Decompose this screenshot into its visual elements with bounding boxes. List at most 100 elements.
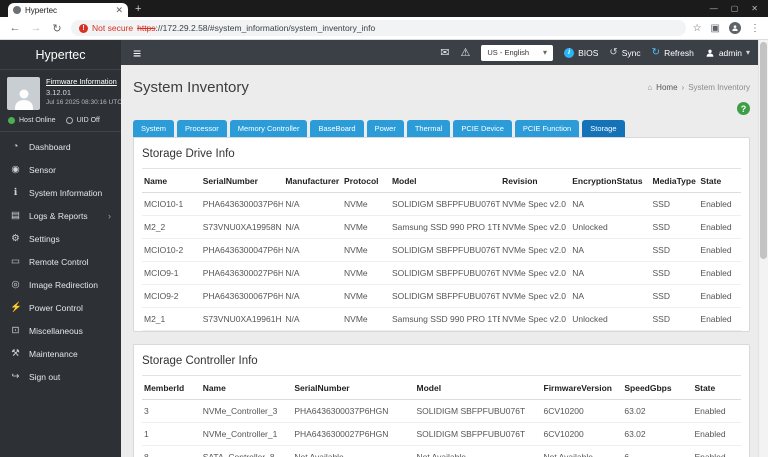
card-title: Storage Drive Info bbox=[142, 146, 741, 169]
table-header-row: Name SerialNumber Manufacturer Protocol … bbox=[142, 169, 741, 193]
sidebar-item-dashboard[interactable]: ◔ Dashboard bbox=[0, 135, 121, 158]
cell: SSD bbox=[650, 284, 699, 308]
cell: 63.02 bbox=[622, 422, 693, 446]
scrollbar-thumb[interactable] bbox=[760, 42, 767, 259]
storage-controller-info-card: Storage Controller Info MemberId Name Se… bbox=[133, 344, 750, 457]
sidebar-item-maintenance[interactable]: ⚒ Maintenance bbox=[0, 342, 121, 365]
cell: Enabled bbox=[698, 215, 741, 239]
cell: S73VNU0XA19961H bbox=[200, 307, 284, 331]
sidebar-item-settings[interactable]: ⚙ Settings bbox=[0, 227, 121, 250]
browser-profile-icon[interactable] bbox=[729, 22, 741, 34]
tab-close-icon[interactable]: ✕ bbox=[115, 5, 123, 16]
cell: SOLIDIGM SBFPFUBU076T bbox=[414, 422, 542, 446]
window-close-icon[interactable]: ✕ bbox=[751, 4, 758, 13]
chevron-right-icon: › bbox=[108, 210, 111, 221]
side-panel-icon[interactable]: ▣ bbox=[711, 23, 720, 34]
cell: Enabled bbox=[698, 238, 741, 262]
alerts-warning-icon[interactable]: ⚠ bbox=[460, 46, 470, 59]
window-maximize-icon[interactable]: ▢ bbox=[731, 4, 739, 13]
column-header: MediaType bbox=[650, 169, 699, 193]
sync-button[interactable]: ↺ Sync bbox=[609, 47, 640, 58]
tab-power[interactable]: Power bbox=[366, 120, 404, 137]
tab-storage[interactable]: Storage bbox=[582, 120, 625, 137]
sidebar-item-label: Power Control bbox=[29, 302, 83, 313]
cell: Samsung SSD 990 PRO 1TB bbox=[389, 307, 501, 331]
refresh-button[interactable]: ↻ Refresh bbox=[652, 47, 694, 58]
sidebar-item-remote-control[interactable]: ▭ Remote Control bbox=[0, 250, 121, 273]
cell: NA bbox=[570, 284, 651, 308]
bookmark-star-icon[interactable]: ☆ bbox=[693, 23, 702, 34]
tools-icon: ⚒ bbox=[11, 348, 20, 359]
cell: NVMe bbox=[342, 261, 390, 285]
help-icon[interactable]: ? bbox=[737, 102, 750, 115]
url-text[interactable]: https://172.29.2.58/#system_information/… bbox=[137, 23, 375, 33]
sidebar-item-logs-reports[interactable]: ▤ Logs & Reports › bbox=[0, 204, 121, 227]
hamburger-menu-icon[interactable]: ≡ bbox=[133, 45, 141, 61]
column-header: SerialNumber bbox=[200, 169, 284, 193]
user-icon bbox=[705, 48, 715, 58]
dashboard-icon: ◔ bbox=[12, 141, 19, 152]
column-header: Manufacturer bbox=[283, 169, 343, 193]
cell: NVMe_Controller_3 bbox=[200, 399, 293, 423]
host-status: Host Online bbox=[19, 117, 56, 124]
sidebar-item-image-redirection[interactable]: ◎ Image Redirection bbox=[0, 273, 121, 296]
cell: SSD bbox=[650, 192, 699, 216]
refresh-icon: ↻ bbox=[651, 47, 661, 58]
bios-button[interactable]: i BIOS bbox=[564, 47, 598, 58]
address-bar[interactable]: ! Not secure https://172.29.2.58/#system… bbox=[71, 20, 686, 36]
user-menu[interactable]: admin ▾ bbox=[705, 48, 750, 58]
cell: Unlocked bbox=[570, 307, 651, 331]
tab-processor[interactable]: Processor bbox=[177, 120, 227, 137]
site-favicon-icon bbox=[13, 6, 21, 14]
browser-tab[interactable]: Hypertec ✕ bbox=[8, 3, 128, 17]
title-row: System Inventory ⌂ Home › System Invento… bbox=[133, 79, 750, 96]
sidebar-item-sign-out[interactable]: ↪ Sign out bbox=[0, 365, 121, 388]
cell: PHA6436300027P6HGN bbox=[292, 422, 415, 446]
sidebar-item-power-control[interactable]: ⚡ Power Control bbox=[0, 296, 121, 319]
breadcrumb-home[interactable]: Home bbox=[656, 83, 677, 92]
sidebar-item-system-information[interactable]: ℹ System Information bbox=[0, 181, 121, 204]
table-row: MCIO10-1 PHA6436300037P6HGN N/A NVMe SOL… bbox=[142, 192, 741, 216]
cell: M2_1 bbox=[142, 307, 201, 331]
tab-pcie-function[interactable]: PCIE Function bbox=[514, 120, 580, 137]
sidebar-menu: ◔ Dashboard ◉ Sensor ℹ System Informatio… bbox=[0, 132, 121, 457]
tab-pcie-device[interactable]: PCIE Device bbox=[453, 120, 512, 137]
toolbar-right: ☆ ▣ ⋮ bbox=[693, 22, 760, 34]
tab-memory-controller[interactable]: Memory Controller bbox=[229, 120, 308, 137]
cell: Enabled bbox=[698, 284, 741, 308]
window-minimize-icon[interactable]: — bbox=[710, 4, 718, 13]
host-online-icon bbox=[8, 117, 15, 124]
cell: NVMe Spec v2.0 bbox=[500, 284, 571, 308]
help-row: ? bbox=[133, 102, 750, 115]
forward-icon[interactable]: → bbox=[29, 22, 43, 34]
storage-drive-table: Name SerialNumber Manufacturer Protocol … bbox=[142, 169, 741, 331]
cell: 63.02 bbox=[622, 399, 693, 423]
app-header: ≡ ✉ ⚠ US - English ▾ i BIOS ↺ Sync ↻ Ref… bbox=[121, 40, 768, 65]
reload-icon[interactable]: ↻ bbox=[50, 22, 64, 35]
page-scrollbar[interactable] bbox=[758, 40, 768, 457]
sidebar-item-sensor[interactable]: ◉ Sensor bbox=[0, 158, 121, 181]
tab-thermal[interactable]: Thermal bbox=[406, 120, 451, 137]
window-controls: — ▢ ✕ bbox=[710, 0, 768, 17]
tab-baseboard[interactable]: BaseBoard bbox=[310, 120, 364, 137]
column-header: Protocol bbox=[342, 169, 390, 193]
sidebar-item-miscellaneous[interactable]: ⊡ Miscellaneous bbox=[0, 319, 121, 342]
language-select[interactable]: US - English ▾ bbox=[481, 44, 554, 61]
cell: SSD bbox=[650, 238, 699, 262]
not-secure-label[interactable]: Not secure bbox=[92, 23, 133, 33]
not-secure-icon[interactable]: ! bbox=[79, 23, 88, 33]
cell: SSD bbox=[650, 307, 699, 331]
cell: N/A bbox=[283, 192, 343, 216]
firmware-information-link[interactable]: Firmware Information bbox=[46, 77, 117, 86]
sidebar-item-label: Miscellaneous bbox=[29, 325, 83, 336]
tab-system[interactable]: System bbox=[133, 120, 175, 137]
browser-menu-icon[interactable]: ⋮ bbox=[750, 23, 760, 34]
new-tab-button[interactable]: + bbox=[135, 2, 141, 16]
messages-icon[interactable]: ✉ bbox=[440, 46, 449, 59]
back-icon[interactable]: ← bbox=[8, 22, 22, 34]
gear-icon: ⚙ bbox=[11, 233, 20, 244]
cell: NA bbox=[570, 238, 651, 262]
column-header: State bbox=[698, 169, 741, 193]
sidebar-item-label: Sensor bbox=[29, 164, 56, 175]
chevron-down-icon: ▾ bbox=[543, 48, 548, 57]
